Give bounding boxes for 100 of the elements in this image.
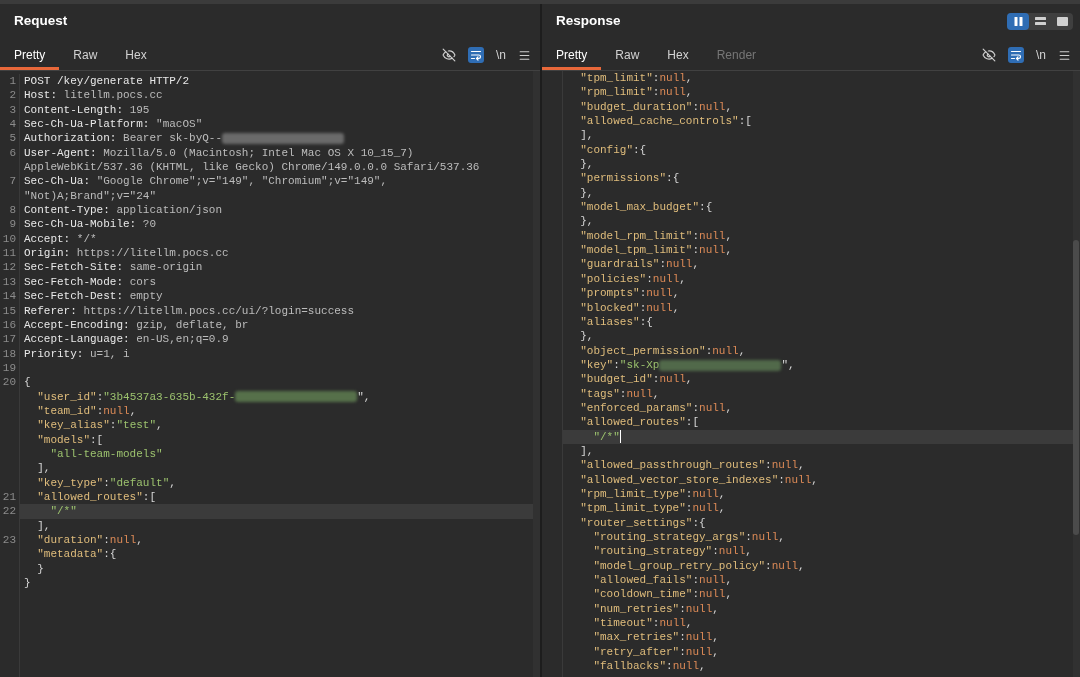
code-line: "allowed_routes":[ (579, 415, 700, 430)
line-number: 4 (9, 117, 16, 132)
columns-icon (1013, 16, 1023, 26)
code-line: Accept-Encoding: gzip, deflate, br (24, 317, 249, 333)
code-line: "team_id":null, (36, 403, 137, 419)
code-line: "blocked":null, (579, 300, 680, 315)
code-line: "rpm_limit":null, (579, 85, 693, 100)
code-line: "models":[ (36, 432, 104, 447)
layout-button[interactable] (1007, 12, 1029, 30)
code-line: "fallbacks":null, (592, 659, 706, 674)
wrap-toggle[interactable] (468, 47, 484, 63)
code-line: AppleWebKit/537.36 (KHTML, like Gecko) Chrome/149.0.0.0 Safari/537.36 (24, 160, 480, 175)
code-text: "key":"sk-Xp (579, 357, 660, 373)
code-line: ], (36, 461, 51, 476)
line-number: 5 (9, 131, 16, 146)
line-number: 8 (9, 203, 16, 218)
code-line: Sec-Fetch-Mode: cors (24, 274, 157, 290)
square-icon (1056, 16, 1068, 26)
code-line: }, (579, 185, 594, 201)
code-line: "tags":null, (579, 386, 660, 401)
tab[interactable]: Pretty (0, 38, 60, 70)
line-number: 9 (9, 217, 16, 232)
code-line: "key_type":"default", (36, 475, 176, 490)
code-line: "num_retries":null, (592, 601, 719, 617)
rows-icon (1034, 17, 1046, 25)
code-line: "prompts":null, (579, 286, 680, 301)
wrap-toggle[interactable] (1008, 47, 1024, 63)
eye-slash-icon[interactable] (982, 48, 996, 62)
code-line: "timeout":null, (592, 616, 693, 631)
line-number: 18 (2, 346, 16, 361)
code-line: "model_max_budget":{ (579, 200, 713, 215)
line-number: 13 (2, 274, 16, 290)
line-number: 16 (2, 317, 16, 333)
newline-toggle[interactable]: \n (1036, 49, 1046, 61)
code-line: "/*" (49, 504, 77, 519)
code-line: Sec-Ch-Ua-Mobile: ?0 (24, 217, 157, 232)
code-line: "allowed_fails":null, (592, 573, 733, 588)
code-line: }, (579, 214, 594, 229)
code-line: "cooldown_time":null, (592, 587, 733, 602)
line-number: 7 (9, 174, 16, 189)
code-line: "max_retries":null, (592, 630, 719, 645)
line-number: 17 (2, 332, 16, 347)
code-line: "budget_id":null, (579, 372, 693, 387)
code-line: }, (579, 329, 594, 344)
newline-toggle[interactable]: \n (496, 49, 506, 61)
line-number: 20 (2, 375, 16, 390)
code-line: "allowed_passthrough_routes":null, (579, 458, 805, 473)
tab[interactable]: Raw (59, 38, 112, 70)
line-number: 15 (2, 303, 16, 318)
code-line: "enforced_params":null, (579, 400, 733, 416)
code-line: "tpm_limit":null, (579, 71, 693, 86)
code-text: ", (781, 357, 795, 373)
code-line: Origin: https://litellm.pocs.cc (24, 246, 229, 261)
wrap-text-icon (470, 49, 482, 61)
code-line: "rpm_limit_type":null, (579, 486, 726, 502)
code-line: "retry_after":null, (592, 644, 719, 660)
line-number: 6 (9, 145, 16, 161)
code-line: "config":{ (579, 142, 647, 158)
line-number: 22 (2, 504, 16, 519)
wrap-text-icon (1010, 49, 1022, 61)
line-number: 10 (2, 231, 16, 247)
code-line: } (24, 576, 31, 591)
code-line: Accept-Language: en-US,en;q=0.9 (24, 332, 229, 347)
code-line: } (36, 561, 44, 577)
line-number: 1 (9, 74, 16, 89)
code-line: "metadata":{ (36, 547, 117, 562)
tab[interactable]: Hex (653, 38, 703, 70)
code-line: Content-Type: application/json (24, 203, 223, 218)
code-line: Referer: https://litellm.pocs.cc/ui/?login=success (24, 303, 355, 318)
code-line: "allowed_cache_controls":[ (579, 114, 752, 129)
code-line: "policies":null, (579, 271, 686, 287)
code-line: "budget_duration":null, (579, 99, 733, 115)
code-line: "Not)A;Brand";v="24" (24, 188, 157, 204)
code-line: "model_rpm_limit":null, (579, 228, 733, 244)
code-line: "allowed_routes":[ (36, 489, 157, 505)
code-line: Sec-Fetch-Site: same-origin (24, 260, 203, 275)
code-line: "all-team-models" (49, 446, 163, 462)
code-line: "router_settings":{ (579, 515, 706, 530)
code-line: ], (579, 443, 594, 459)
code-line: "aliases":{ (579, 314, 653, 330)
line-number: 3 (9, 102, 16, 118)
code-line: "key_alias":"test", (36, 418, 163, 433)
code-line: "routing_strategy_args":null, (592, 530, 785, 545)
line-number: 23 (2, 533, 16, 548)
line-number: 14 (2, 289, 16, 304)
eye-slash-icon[interactable] (442, 48, 456, 62)
scrollbar-thumb[interactable] (1073, 240, 1079, 535)
menu-icon[interactable] (518, 48, 531, 62)
panel-title: Response (556, 11, 621, 30)
code-text: "user_id":"3b4537a3-635b-432f- (36, 389, 236, 404)
line-number: 11 (2, 246, 16, 261)
code-line: "model_tpm_limit":null, (579, 243, 733, 258)
tab[interactable]: Hex (111, 38, 161, 70)
tab[interactable]: Raw (601, 38, 654, 70)
code-line: Accept: */* (24, 231, 97, 247)
code-line: "model_group_retry_policy":null, (592, 558, 805, 574)
code-line: POST /key/generate HTTP/2 (24, 74, 190, 89)
code-line: "routing_strategy":null, (592, 544, 752, 559)
menu-icon[interactable] (1058, 48, 1071, 62)
code-line: "guardrails":null, (579, 257, 700, 272)
